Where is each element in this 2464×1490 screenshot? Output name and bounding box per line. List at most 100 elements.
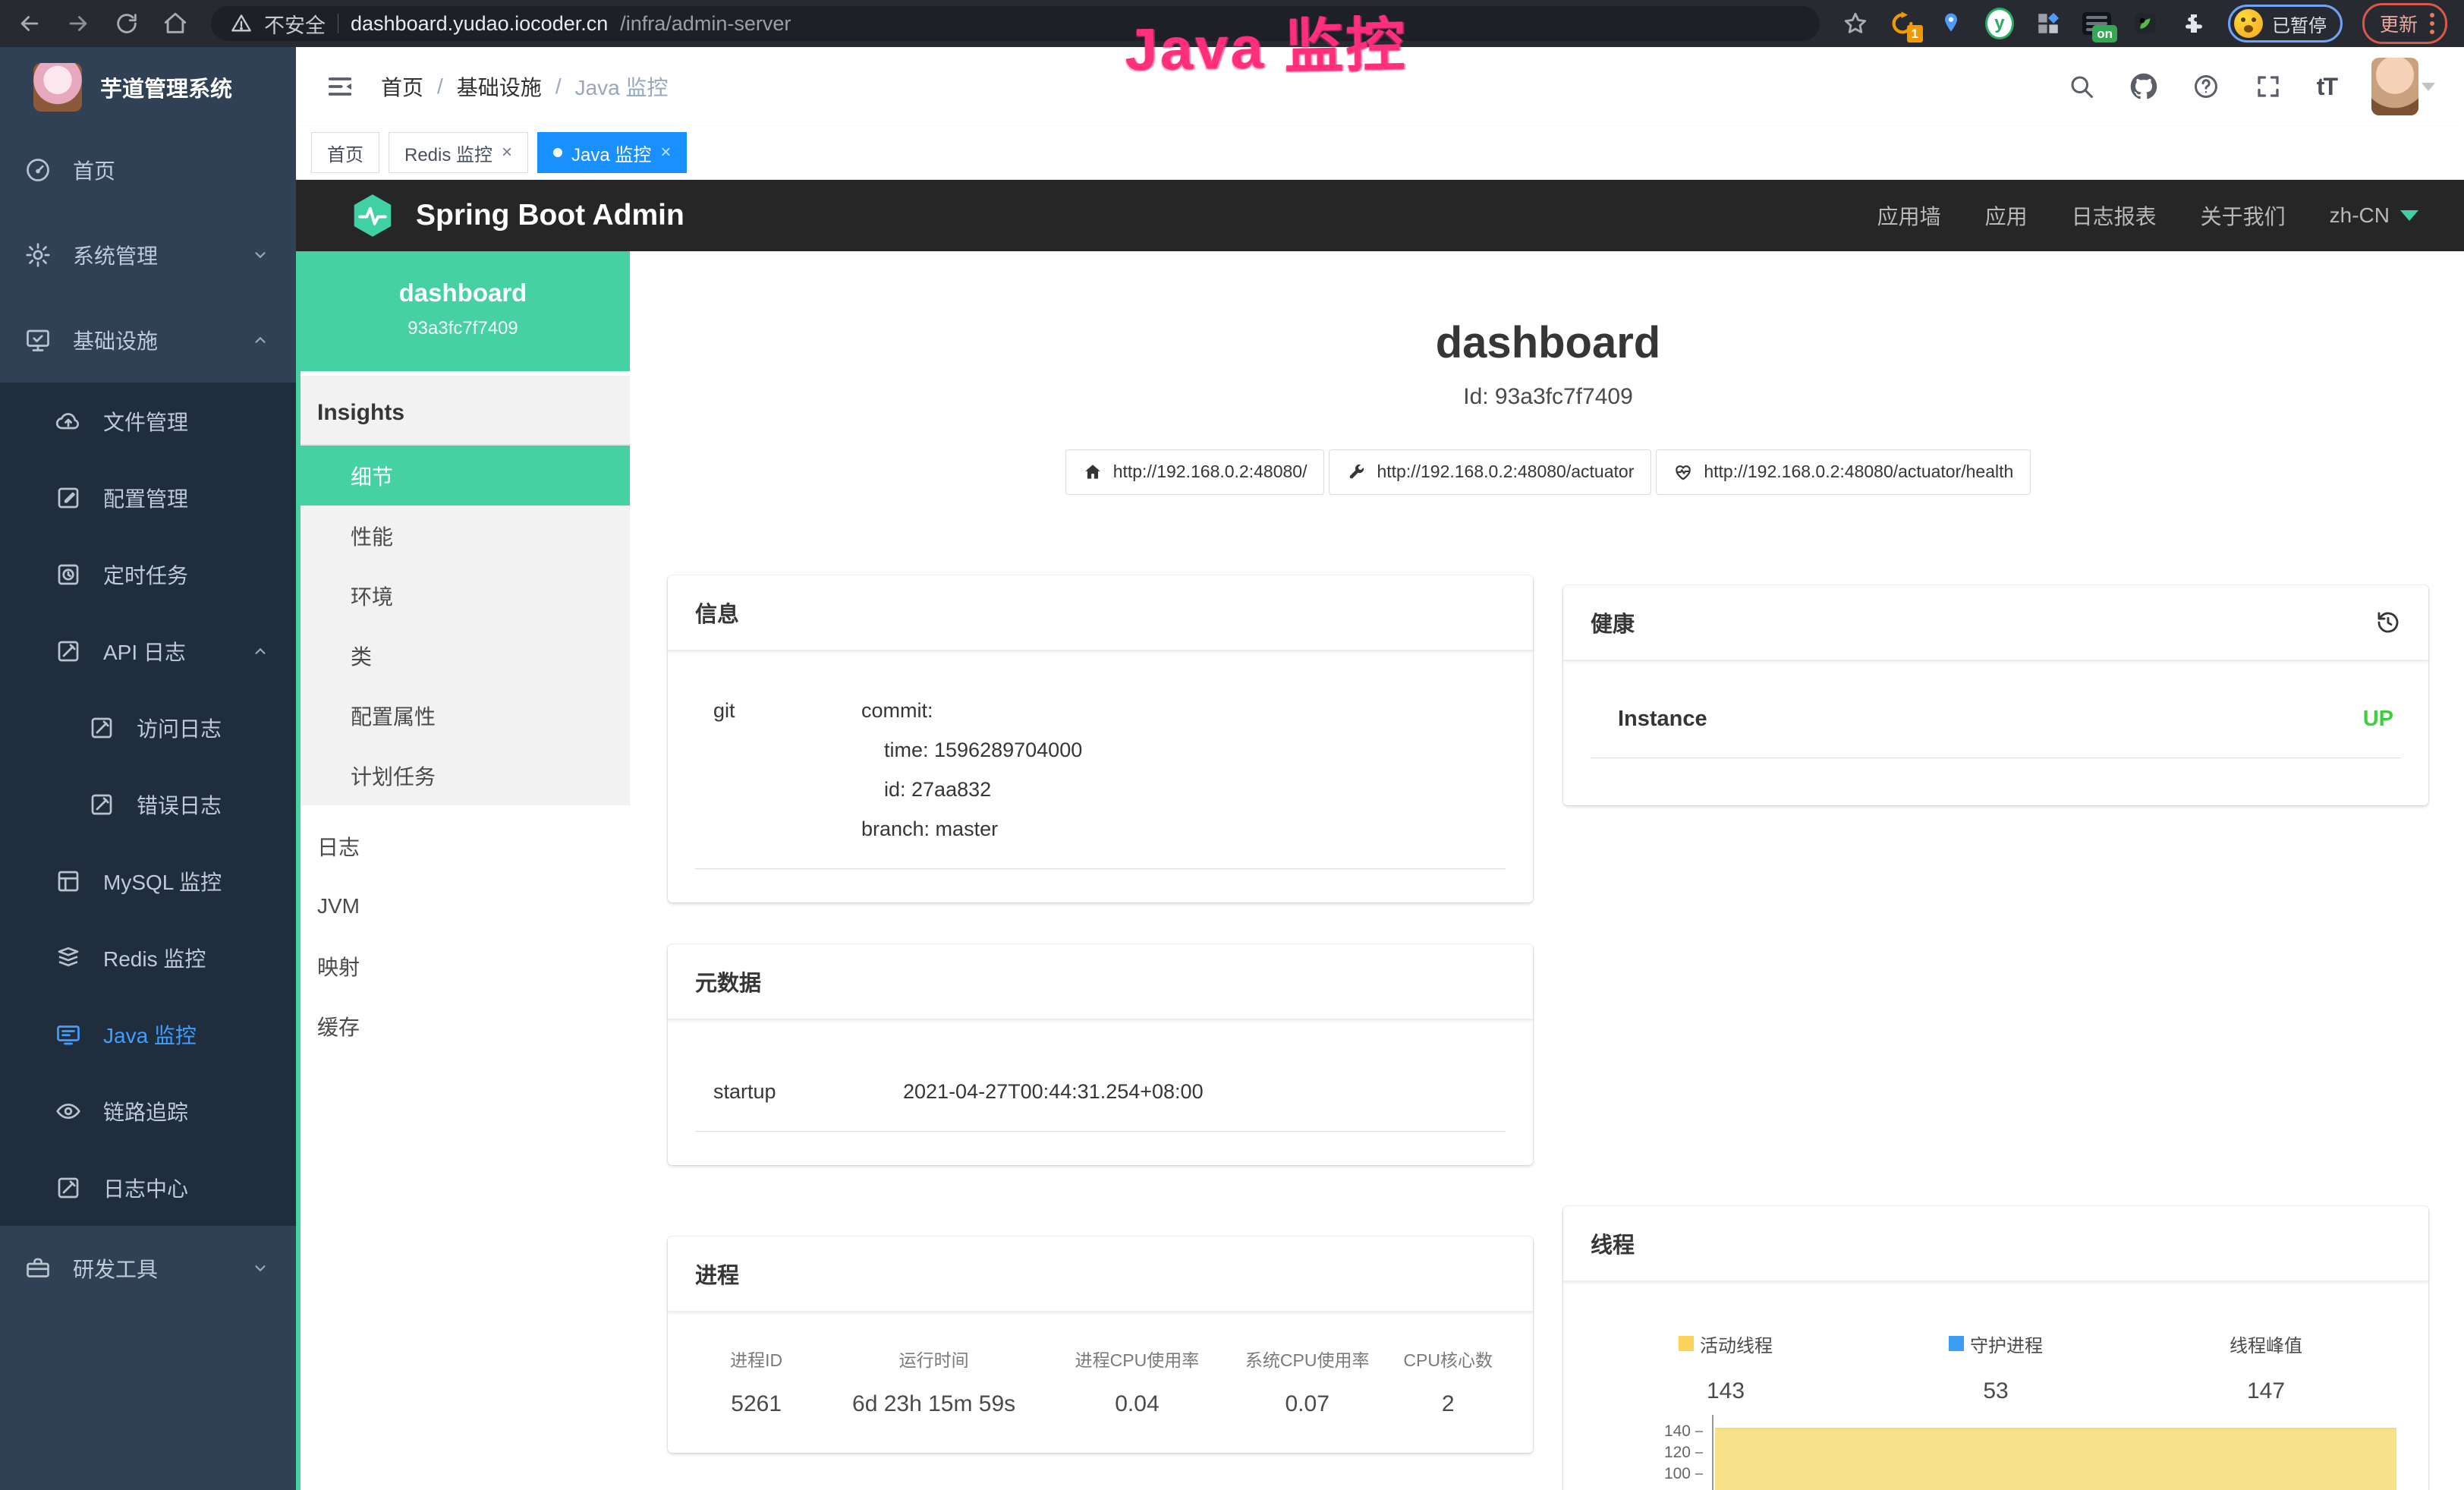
git-time-line: time: 1596289704000 <box>861 730 1082 770</box>
browser-reload-icon[interactable] <box>114 11 140 36</box>
process-col-label: 进程ID <box>701 1346 811 1372</box>
sba-nav-about[interactable]: 关于我们 <box>2201 200 2286 231</box>
sba-brand-title[interactable]: Spring Boot Admin <box>416 199 684 232</box>
sba-menu-details[interactable]: 细节 <box>296 446 630 506</box>
sidebar-item-file-mgmt[interactable]: 文件管理 <box>0 383 296 459</box>
sba-menu-mappings[interactable]: 映射 <box>296 936 630 996</box>
sidebar-item-infra[interactable]: 基础设施 <box>0 298 296 383</box>
language-caret-icon <box>2400 210 2418 221</box>
user-avatar[interactable] <box>2371 58 2418 115</box>
sba-menu-logs[interactable]: 日志 <box>296 816 630 876</box>
sidebar-item-api-log[interactable]: API 日志 <box>0 613 296 689</box>
y-extension-icon[interactable]: y <box>1985 9 2014 38</box>
health-url-button[interactable]: http://192.168.0.2:48080/actuator/health <box>1656 449 2031 495</box>
monitor-icon <box>24 326 52 354</box>
service-url-button[interactable]: http://192.168.0.2:48080/ <box>1065 449 1325 495</box>
process-col-cpus: CPU核心数 2 <box>1390 1346 1506 1417</box>
sidebar-item-label: 访问日志 <box>137 713 222 743</box>
sba-menu-jvm[interactable]: JVM <box>296 876 630 936</box>
sidebar-item-scheduled-jobs[interactable]: 定时任务 <box>0 536 296 613</box>
sba-menu-environment[interactable]: 环境 <box>296 565 630 625</box>
legend-value: 53 <box>1861 1378 2131 1404</box>
history-icon[interactable] <box>2375 610 2401 635</box>
process-col-value: 0.07 <box>1230 1391 1384 1417</box>
service-url: http://192.168.0.2:48080/ <box>1113 461 1308 482</box>
browser-update-button[interactable]: 更新 <box>2362 3 2447 44</box>
browser-home-icon[interactable] <box>162 11 188 36</box>
sba-nav-wallboard[interactable]: 应用墙 <box>1877 200 1941 231</box>
rows-extension-icon[interactable]: on <box>2082 9 2111 38</box>
sidebar-item-config-mgmt[interactable]: 配置管理 <box>0 459 296 536</box>
eye-icon <box>55 1098 82 1125</box>
dashboard-gauge-icon <box>24 156 52 184</box>
browser-forward-icon[interactable] <box>65 11 91 36</box>
pin-extension-icon[interactable] <box>1937 9 1965 38</box>
github-icon[interactable] <box>2130 73 2157 100</box>
avatar-caret-icon[interactable] <box>2422 83 2435 91</box>
actuator-url-button[interactable]: http://192.168.0.2:48080/actuator <box>1329 449 1651 495</box>
fullscreen-icon[interactable] <box>2255 73 2282 100</box>
search-icon[interactable] <box>2068 73 2095 100</box>
sidebar-item-home[interactable]: 首页 <box>0 128 296 213</box>
breadcrumb-home[interactable]: 首页 <box>381 71 423 102</box>
sba-nav-applications[interactable]: 应用 <box>1985 200 2028 231</box>
info-key: git <box>713 691 861 849</box>
browser-back-icon[interactable] <box>17 11 42 36</box>
main-sidebar: 芋道管理系统 首页 系统管理 基础设施 文件管理 <box>0 47 296 1490</box>
sidebar-collapse-icon[interactable] <box>325 71 355 102</box>
tab-close-icon[interactable]: × <box>502 143 512 162</box>
sidebar-item-tracing[interactable]: 链路追踪 <box>0 1073 296 1149</box>
tab-java-monitor[interactable]: Java 监控 × <box>537 132 687 173</box>
sba-menu-metrics[interactable]: 性能 <box>296 506 630 565</box>
sidebar-item-system[interactable]: 系统管理 <box>0 213 296 298</box>
sidebar-item-error-log[interactable]: 错误日志 <box>0 766 296 843</box>
health-instance-row[interactable]: Instance UP <box>1591 687 2401 758</box>
address-bar[interactable]: 不安全 dashboard.yudao.iocoder.cn/infra/adm… <box>211 6 1820 41</box>
sba-menu-caches[interactable]: 缓存 <box>296 996 630 1056</box>
sba-menu-classes[interactable]: 类 <box>296 625 630 685</box>
sba-menu-config-props[interactable]: 配置属性 <box>296 685 630 745</box>
sidebar-item-label: 系统管理 <box>73 240 158 270</box>
profile-paused-chip[interactable]: 已暂停 <box>2228 5 2343 43</box>
app-shell: 芋道管理系统 首页 系统管理 基础设施 文件管理 <box>0 47 2464 1490</box>
url-path[interactable]: /infra/admin-server <box>620 12 791 36</box>
card-title: 信息 <box>695 597 739 628</box>
sync-extension-icon[interactable]: 1 <box>1888 9 1917 38</box>
sidebar-item-devtools[interactable]: 研发工具 <box>0 1226 296 1311</box>
breadcrumb-infra[interactable]: 基础设施 <box>457 71 542 102</box>
sidebar-item-log-center[interactable]: 日志中心 <box>0 1149 296 1226</box>
info-card: 信息 git commit: time: 1596289704000 <box>668 575 1533 903</box>
app-title: 芋道管理系统 <box>100 71 232 103</box>
help-circle-icon[interactable] <box>2192 73 2220 100</box>
log-edit-icon <box>55 1174 82 1202</box>
sidebar-item-mysql-monitor[interactable]: MySQL 监控 <box>0 843 296 919</box>
bookmark-star-icon[interactable] <box>1842 11 1868 36</box>
threads-card-body: 活动线程 143 守护进程 <box>1563 1282 2428 1490</box>
threads-card-header: 线程 <box>1563 1206 2428 1282</box>
browser-menu-icon[interactable] <box>2428 11 2436 36</box>
health-card: 健康 Instance UP <box>1563 585 2428 805</box>
tab-label: Redis 监控 <box>404 140 492 166</box>
sidebar-item-java-monitor[interactable]: Java 监控 <box>0 996 296 1073</box>
instance-header[interactable]: dashboard 93a3fc7f7409 <box>296 251 630 371</box>
legend-swatch-live <box>1679 1336 1694 1351</box>
tab-home[interactable]: 首页 <box>311 132 379 173</box>
sidebar-item-redis-monitor[interactable]: Redis 监控 <box>0 919 296 996</box>
tab-close-icon[interactable]: × <box>660 143 671 162</box>
process-col-uptime: 运行时间 6d 23h 15m 59s <box>817 1346 1050 1417</box>
url-host[interactable]: dashboard.yudao.iocoder.cn <box>351 12 608 36</box>
sidebar-item-access-log[interactable]: 访问日志 <box>0 689 296 766</box>
sba-nav-journal[interactable]: 日志报表 <box>2072 200 2157 231</box>
font-size-icon[interactable]: tT <box>2317 73 2337 101</box>
legend-daemon-threads: 守护进程 53 <box>1861 1331 2131 1404</box>
puzzle-extension-icon[interactable] <box>2179 9 2208 38</box>
tab-redis-monitor[interactable]: Redis 监控 × <box>389 132 528 173</box>
sba-menu-scheduled-tasks[interactable]: 计划任务 <box>296 745 630 805</box>
security-label[interactable]: 不安全 <box>264 9 326 39</box>
sba-language-select[interactable]: zh-CN <box>2330 203 2418 228</box>
process-card-header: 进程 <box>668 1236 1533 1312</box>
app-logo-row[interactable]: 芋道管理系统 <box>0 47 296 128</box>
grid-extension-icon[interactable] <box>2034 9 2063 38</box>
sidebar-item-label: 研发工具 <box>73 1253 158 1284</box>
leaf-extension-icon[interactable] <box>2131 9 2160 38</box>
